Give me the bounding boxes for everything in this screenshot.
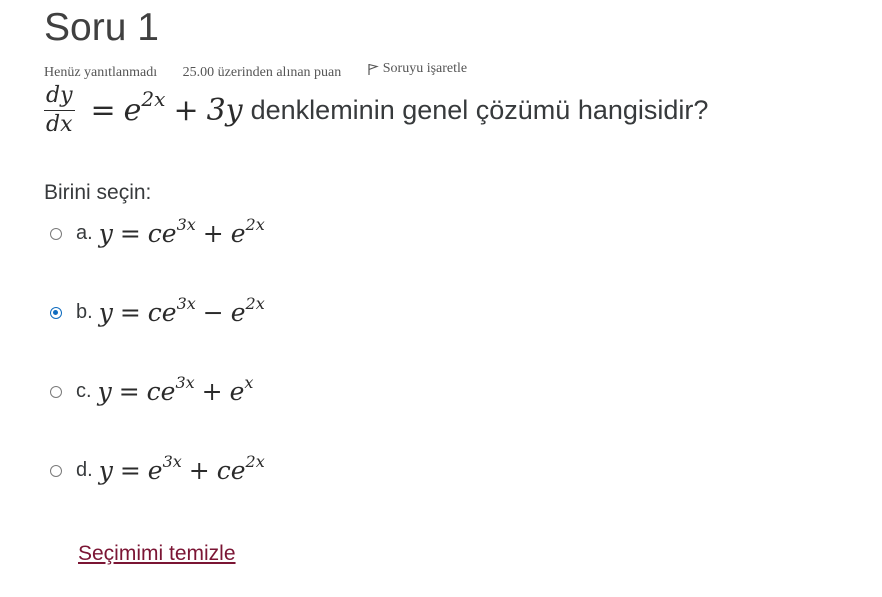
question-prompt-text: denkleminin genel çözümü hangisidir? [250,94,709,125]
formula-exp2: x [244,373,254,392]
option-formula: y = ce3x − e2x [98,296,265,328]
formula-term1: ce [147,219,177,248]
option-letter: c. [76,380,92,402]
formula-operator: − [202,298,224,327]
formula-equals: = [118,377,140,406]
option-formula: y = e3x + ce2x [98,454,265,486]
option-letter: b. [76,301,93,323]
option-formula: y = ce3x + ex [97,375,254,407]
answer-option-c[interactable]: c. y = ce3x + ex [50,375,254,407]
equals-sign: = [90,92,116,128]
option-formula: y = ce3x + e2x [98,217,265,249]
formula-equals: = [119,298,141,327]
answer-option-a[interactable]: a. y = ce3x + e2x [50,217,265,249]
formula-exp1: 3x [176,294,196,313]
flag-icon [368,63,379,75]
fraction-denominator: dx [46,111,73,137]
formula-exp2: 2x [245,294,265,313]
formula-term2: ce [216,456,246,485]
answer-prompt: Birini seçin: [44,181,152,204]
question-info: Henüz yanıtlanmadı 25.00 üzerinden alına… [44,61,511,81]
linear-term: 3y [206,92,243,128]
exp-base: e [123,92,142,128]
formula-operator: + [201,377,223,406]
formula-equals: = [119,219,141,248]
option-letter: d. [76,459,93,481]
answer-option-b[interactable]: b. y = ce3x − e2x [50,296,265,328]
option-letter: a. [76,222,93,244]
equation-rhs: = e2x +3y [83,89,243,128]
radio-option-a[interactable] [50,227,62,240]
formula-exp1: 3x [162,452,182,471]
formula-exp1: 3x [176,215,196,234]
formula-equals: = [119,456,141,485]
answer-option-d[interactable]: d. y = e3x + ce2x [50,454,265,486]
formula-term2: e [230,298,246,327]
clear-selection-link[interactable]: Seçimimi temizle [78,542,236,566]
flag-label: Soruyu işaretle [382,61,468,76]
formula-exp2: 2x [245,215,265,234]
question-text: dy dx = e2x +3y denkleminin genel çözümü h… [44,83,708,137]
formula-term2: e [230,219,246,248]
formula-term2: e [229,377,245,406]
formula-exp1: 3x [175,373,195,392]
flag-question-link[interactable]: Soruyu işaretle [367,61,489,77]
question-points: 25.00 üzerinden alınan puan [182,64,342,80]
question-status: Henüz yanıtlanmadı [44,64,158,80]
formula-term1: ce [146,377,176,406]
fraction-numerator: dy [44,84,75,111]
derivative-fraction: dy dx [44,84,75,137]
plus-sign: + [173,92,199,128]
formula-term1: e [147,456,163,485]
formula-lhs: y [98,298,113,327]
radio-option-c[interactable] [50,385,62,398]
formula-exp2: 2x [245,452,265,471]
formula-operator: + [202,219,224,248]
question-title: Soru 1 [44,6,159,49]
exp-power: 2x [141,86,166,111]
formula-lhs: y [98,456,113,485]
radio-option-b[interactable] [50,306,62,319]
formula-operator: + [188,456,210,485]
formula-term1: ce [147,298,177,327]
formula-lhs: y [97,377,112,406]
radio-option-d[interactable] [50,464,62,477]
formula-lhs: y [98,219,113,248]
question-page: Soru 1 Henüz yanıtlanmadı 25.00 üzerinde… [0,0,882,597]
